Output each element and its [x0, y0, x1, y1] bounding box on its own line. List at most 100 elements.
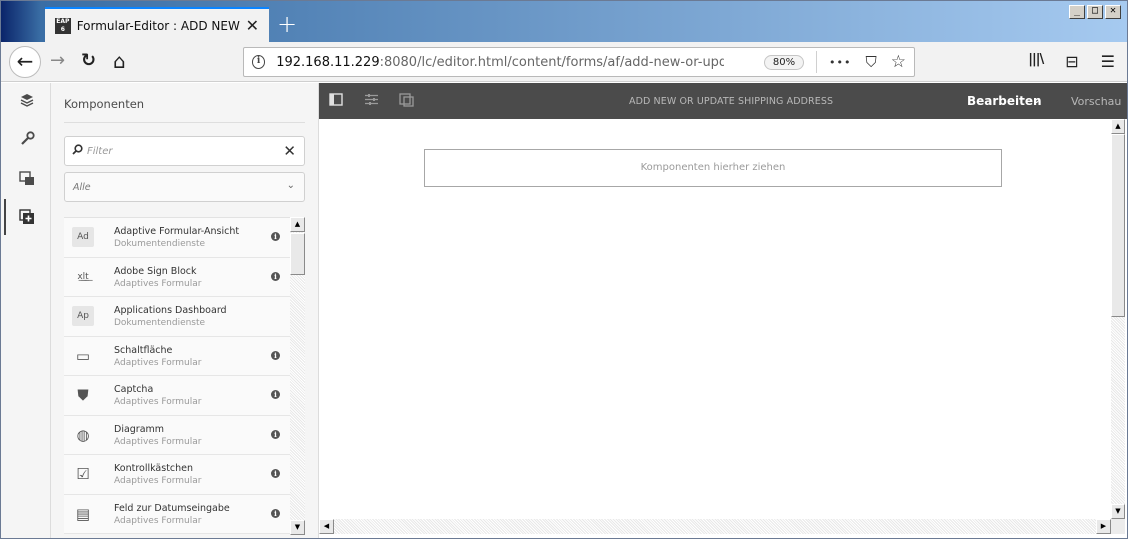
wrench-icon[interactable] [18, 131, 36, 149]
applications-dashboard-icon: Ap [72, 306, 94, 326]
maximize-button[interactable]: □ [1087, 5, 1103, 19]
chart-icon: ◍ [76, 425, 90, 444]
preview-button[interactable]: Vorschau [1071, 95, 1121, 108]
info-icon[interactable]: i [271, 469, 280, 478]
editor-scroll-right-button[interactable]: ▶ [1096, 519, 1111, 534]
list-item[interactable]: ◍ Diagramm Adaptives Formular i [64, 415, 290, 455]
info-icon[interactable]: i [271, 508, 280, 518]
minimize-button[interactable]: _ [1069, 5, 1085, 19]
editor-scroll-down-button[interactable]: ▼ [1111, 504, 1125, 519]
editor-toolbar: ADD NEW OR UPDATE SHIPPING ADDRESS Bearb… [319, 83, 1127, 119]
button-icon: ▭ [75, 346, 91, 365]
scrollbar-corner [1111, 519, 1125, 534]
editor-area: ADD NEW OR UPDATE SHIPPING ADDRESS Bearb… [319, 83, 1127, 538]
editor-vertical-scrollbar[interactable]: ▲ ▼ [1111, 119, 1125, 519]
pocket-icon[interactable]: ⛉ [865, 53, 876, 71]
window-controls: _ □ ✕ [1069, 5, 1121, 19]
side-rail [1, 83, 51, 538]
close-window-button[interactable]: ✕ [1105, 5, 1121, 19]
tab-close-icon[interactable]: ✕ [246, 17, 259, 34]
component-name: Schaltfläche [114, 344, 173, 356]
bookmark-star-icon[interactable]: ☆ [891, 52, 906, 72]
date-picker-icon: ▤ [75, 504, 91, 523]
component-group: Adaptives Formular [114, 278, 202, 289]
mode-selector[interactable]: Bearbeiten [967, 94, 1042, 108]
info-icon[interactable]: i [271, 429, 280, 439]
list-item[interactable]: x͟l͟t͟ Adobe Sign Block Adaptives Formular… [64, 257, 290, 297]
browser-window: EAP6 Formular-Editor : ADD NEW OR UPDATE… [0, 0, 1128, 539]
layers-icon[interactable] [18, 93, 36, 111]
info-icon[interactable]: i [271, 271, 280, 281]
library-icon[interactable]: |||\ [1028, 52, 1044, 71]
component-group: Adaptives Formular [114, 436, 202, 447]
url-path: :8080/lc/editor.html/content/forms/af/ad… [379, 54, 724, 70]
clear-filter-icon[interactable]: ✕ [283, 142, 296, 160]
panel-divider [64, 122, 305, 123]
adaptive-form-view-icon: Ad [72, 227, 94, 247]
component-list: Ad Adaptive Formular-Ansicht Dokumentendie… [64, 217, 290, 535]
component-name: Feld zur Datumseingabe [114, 502, 230, 514]
assets-icon[interactable] [18, 171, 36, 189]
component-name: Captcha [114, 384, 154, 395]
side-panel-toggle-icon[interactable] [328, 93, 344, 109]
form-title: ADD NEW OR UPDATE SHIPPING ADDRESS [629, 96, 834, 107]
list-item[interactable]: ▤ Feld zur Datumseingabe Adaptives Formula… [64, 494, 290, 534]
list-item[interactable]: Ap Applications Dashboard Dokumentendienst… [64, 297, 290, 337]
select-value: Alle [73, 182, 91, 193]
emulator-icon[interactable] [398, 93, 414, 109]
component-group: Dokumentendienste [114, 318, 206, 328]
component-name: Applications Dashboard [114, 305, 227, 316]
form-editor-app: Komponenten ✕ Alle ⌄ Ad Adaptive Formular… [1, 83, 1127, 538]
component-name: Kontrollkästchen [114, 463, 194, 474]
editor-scroll-up-button[interactable]: ▲ [1111, 119, 1125, 134]
url-host: 192.168.11.229 [276, 54, 380, 70]
mode-chevron-down-icon[interactable]: ⌄ [1032, 93, 1041, 106]
component-name: Diagramm [114, 423, 165, 435]
component-group: Adaptives Formular [114, 476, 202, 486]
info-icon[interactable]: i [271, 390, 280, 399]
browser-toolbar-right: |||\ ⊟ ☰ [1028, 52, 1115, 71]
filter-input[interactable] [87, 143, 277, 159]
properties-sliders-icon[interactable] [363, 93, 379, 109]
list-item[interactable]: ☑ Kontrollkästchen Adaptives Formular i [64, 455, 290, 495]
component-name: Adaptive Formular-Ansicht [114, 226, 240, 237]
url-bar[interactable]: i 192.168.11.229 :8080/lc/editor.html/co… [243, 47, 915, 77]
captcha-icon: ⛊ [77, 386, 89, 404]
page-actions-icon[interactable]: ••• [829, 56, 851, 69]
home-button[interactable]: ⌂ [113, 50, 126, 72]
navigation-bar: ← → ↻ ⌂ i 192.168.11.229 :8080/lc/editor… [1, 42, 1127, 82]
browser-tab[interactable]: EAP6 Formular-Editor : ADD NEW OR UPDATE… [45, 7, 269, 42]
filter-field: ✕ [64, 136, 305, 166]
sidebar-toggle-icon[interactable]: ⊟ [1065, 52, 1078, 71]
list-scrollbar[interactable]: ▲ ▼ [290, 217, 305, 535]
back-button[interactable]: ← [9, 46, 41, 78]
list-item[interactable]: Ad Adaptive Formular-Ansicht Dokumentendie… [64, 218, 290, 258]
component-dropzone[interactable]: Komponenten hierher ziehen [424, 149, 1002, 187]
info-icon[interactable]: i [271, 350, 280, 360]
site-info-icon[interactable]: i [252, 55, 266, 69]
forward-button[interactable]: → [50, 50, 65, 72]
component-group: Adaptives Formular [114, 357, 202, 368]
hamburger-menu-icon[interactable]: ☰ [1101, 52, 1115, 71]
chevron-down-icon: ⌄ [286, 180, 295, 191]
editor-scroll-thumb[interactable] [1111, 134, 1125, 317]
search-icon [72, 144, 83, 158]
components-panel: Komponenten ✕ Alle ⌄ Ad Adaptive Formular… [51, 83, 319, 538]
new-tab-button[interactable]: + [277, 12, 297, 36]
editor-scroll-left-button[interactable]: ◀ [319, 519, 334, 534]
list-item[interactable]: ▭ Schaltfläche Adaptives Formular i [64, 336, 290, 376]
tab-strip: EAP6 Formular-Editor : ADD NEW OR UPDATE… [1, 1, 1127, 42]
reload-button[interactable]: ↻ [81, 50, 96, 72]
list-item[interactable]: ⛊ Captcha Adaptives Formular i [64, 376, 290, 416]
zoom-level-badge[interactable]: 80% [763, 54, 805, 70]
component-group: Dokumentendienste [114, 239, 206, 249]
checkbox-icon: ☑ [76, 465, 90, 483]
components-icon[interactable] [18, 209, 36, 227]
scroll-thumb[interactable] [290, 233, 305, 275]
editor-horizontal-scrollbar[interactable]: ◀ ▶ [319, 519, 1111, 534]
form-canvas: Komponenten hierher ziehen [319, 119, 1111, 519]
scroll-up-button[interactable]: ▲ [290, 217, 305, 232]
component-group-select[interactable]: Alle ⌄ [64, 172, 305, 202]
scroll-down-button[interactable]: ▼ [290, 520, 305, 535]
info-icon[interactable]: i [271, 232, 280, 241]
